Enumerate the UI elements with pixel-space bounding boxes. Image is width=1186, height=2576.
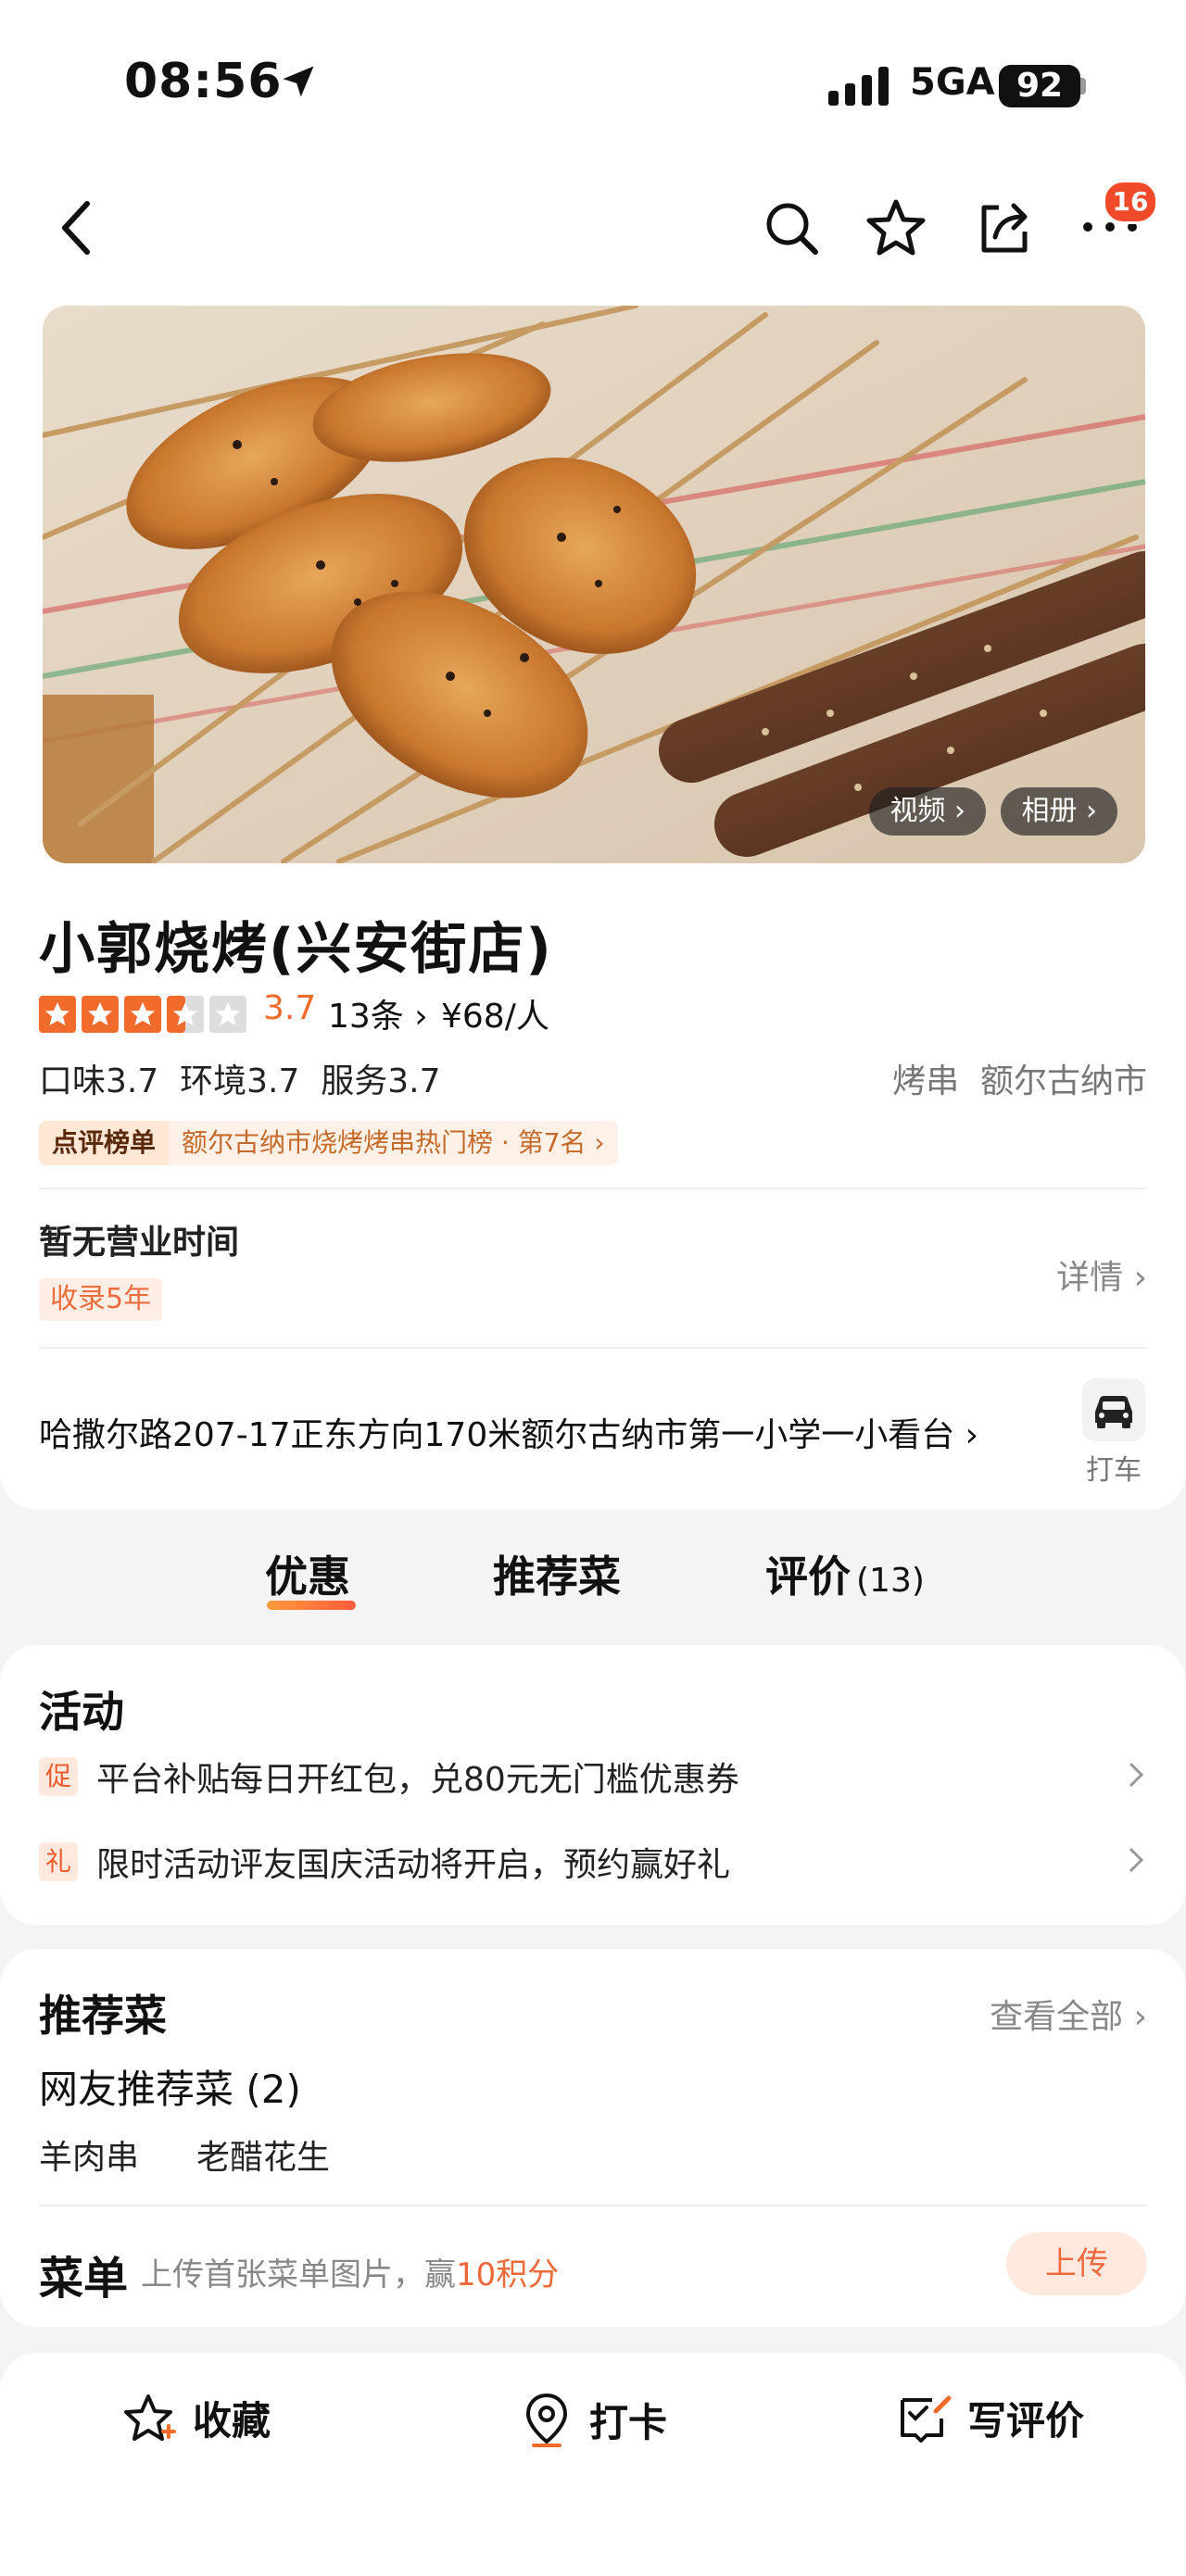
promo-row[interactable]: 促 平台补贴每日开红包，兑80元无门槛优惠券 bbox=[39, 1749, 1147, 1804]
divider bbox=[39, 1187, 1147, 1189]
menu-title: 菜单 bbox=[39, 2253, 129, 2305]
listed-since-badge: 收录5年 bbox=[39, 1278, 163, 1321]
status-time: 08:56 bbox=[124, 54, 283, 109]
hours-detail-link[interactable]: 详情 › bbox=[1056, 1250, 1147, 1299]
menu-hint-text: 上传首张菜单图片，赢 bbox=[141, 2256, 456, 2293]
dish-item[interactable]: 老醋花生 bbox=[196, 2130, 330, 2179]
battery-level: 92 bbox=[999, 65, 1080, 107]
star-full-icon bbox=[39, 996, 76, 1033]
chevron-right-icon bbox=[1129, 1847, 1144, 1873]
divider bbox=[39, 1347, 1147, 1349]
shop-address[interactable]: 哈撒尔路207-17正东方向170米额尔古纳市第一小学一小看台 › bbox=[39, 1408, 978, 1456]
tab-reviews[interactable]: 评价 (13) bbox=[765, 1543, 925, 1604]
video-button[interactable]: 视频 › bbox=[869, 787, 986, 836]
hero-photo[interactable]: 视频 › 相册 › bbox=[43, 306, 1145, 863]
car-icon bbox=[1095, 1396, 1132, 1428]
write-review-label: 写评价 bbox=[967, 2398, 1085, 2444]
location-pin-icon bbox=[525, 2393, 568, 2447]
ranking-tag: 点评榜单 bbox=[39, 1121, 170, 1165]
star-full-icon bbox=[82, 996, 119, 1033]
battery-cap bbox=[1080, 78, 1086, 94]
active-tab-indicator bbox=[267, 1601, 356, 1610]
album-button[interactable]: 相册 › bbox=[1001, 787, 1117, 836]
recommended-subtitle: 网友推荐菜 (2) bbox=[39, 2067, 301, 2112]
activity-card: 活动 促 平台补贴每日开红包，兑80元无门槛优惠券 礼 限时活动评友国庆活动将开… bbox=[0, 1645, 1186, 1925]
dish-item[interactable]: 羊肉串 bbox=[39, 2130, 139, 2179]
shop-name: 小郭烧烤(兴安街店) bbox=[39, 917, 553, 982]
gift-badge: 礼 bbox=[39, 1842, 78, 1881]
status-bar: 08:56 5GA 92 bbox=[0, 0, 1186, 157]
tab-recommended[interactable]: 推荐菜 bbox=[493, 1543, 621, 1604]
write-review-icon bbox=[901, 2395, 952, 2443]
write-review-button[interactable]: 写评价 bbox=[895, 2390, 1084, 2446]
location-arrow-icon bbox=[283, 66, 314, 97]
activity-title: 活动 bbox=[39, 1687, 124, 1737]
grilled-skewers-photo bbox=[43, 306, 1145, 863]
promo-text: 平台补贴每日开红包，兑80元无门槛优惠券 bbox=[96, 1761, 739, 1799]
menu-hint-points: 10积分 bbox=[456, 2256, 560, 2293]
network-type: 5GA bbox=[910, 61, 995, 104]
recommended-title: 推荐菜 bbox=[39, 1991, 167, 2041]
star-full-icon bbox=[124, 996, 161, 1033]
tab-recommended-label: 推荐菜 bbox=[493, 1552, 621, 1602]
view-all-link[interactable]: 查看全部 › bbox=[990, 1990, 1147, 2038]
star-rating bbox=[39, 996, 252, 1033]
back-icon[interactable] bbox=[54, 198, 100, 258]
star-empty-icon bbox=[209, 996, 246, 1033]
checkin-button[interactable]: 打卡 bbox=[519, 2390, 667, 2449]
collect-label: 收藏 bbox=[193, 2398, 271, 2444]
promo-badge: 促 bbox=[39, 1757, 78, 1796]
gift-row[interactable]: 礼 限时活动评友国庆活动将开启，预约赢好礼 bbox=[39, 1834, 1147, 1890]
tab-reviews-label: 评价 bbox=[765, 1552, 851, 1602]
ranking-text: 额尔古纳市烧烤烤串热门榜 · 第7名 › bbox=[169, 1121, 618, 1165]
tab-reviews-count: (13) bbox=[856, 1562, 925, 1600]
gift-text: 限时活动评友国庆活动将开启，预约赢好礼 bbox=[96, 1846, 731, 1884]
checkin-label: 打卡 bbox=[589, 2399, 668, 2445]
shop-info-card: 视频 › 相册 › 小郭烧烤(兴安街店) 3.7 13条 › ¥68/人 口味3… bbox=[0, 306, 1186, 1510]
sub-scores: 口味3.7 环境3.7 服务3.7 bbox=[39, 1062, 441, 1100]
bottom-action-bar: 收藏 打卡 写评价 bbox=[0, 2353, 1186, 2576]
share-icon[interactable] bbox=[975, 198, 1034, 258]
chevron-right-icon bbox=[1129, 1762, 1144, 1788]
cellular-signal-icon bbox=[828, 67, 889, 106]
rating-score: 3.7 bbox=[263, 989, 317, 1027]
section-tabs: 优惠 推荐菜 评价 (13) bbox=[0, 1510, 1186, 1621]
tab-deals[interactable]: 优惠 bbox=[265, 1543, 350, 1604]
divider bbox=[39, 2205, 1147, 2206]
taxi-label: 打车 bbox=[1086, 1454, 1142, 1487]
notification-badge: 16 bbox=[1103, 180, 1158, 224]
review-count-link[interactable]: 13条 › bbox=[328, 989, 428, 1037]
business-hours: 暂无营业时间 bbox=[39, 1224, 240, 1262]
average-price: ¥68/人 bbox=[441, 998, 549, 1036]
tab-deals-label: 优惠 bbox=[265, 1552, 350, 1602]
star-plus-icon bbox=[124, 2394, 176, 2441]
search-icon[interactable] bbox=[762, 198, 821, 258]
recommended-card: 推荐菜 查看全部 › 网友推荐菜 (2) 羊肉串 老醋花生 菜单 上传首张菜单图… bbox=[0, 1949, 1186, 2327]
menu-upload-hint: 上传首张菜单图片，赢10积分 bbox=[141, 2249, 559, 2294]
shop-categories: 烤串 额尔古纳市 bbox=[892, 1062, 1147, 1100]
taxi-button[interactable] bbox=[1082, 1378, 1145, 1441]
ranking-banner[interactable]: 点评榜单 额尔古纳市烧烤烤串热门榜 · 第7名 › bbox=[39, 1121, 618, 1165]
collect-button[interactable]: 收藏 bbox=[122, 2390, 271, 2446]
star-half-icon bbox=[167, 996, 204, 1033]
upload-menu-button[interactable]: 上传 bbox=[1006, 2232, 1147, 2295]
top-navigation: 16 bbox=[0, 157, 1186, 306]
favorite-star-icon[interactable] bbox=[865, 198, 927, 258]
